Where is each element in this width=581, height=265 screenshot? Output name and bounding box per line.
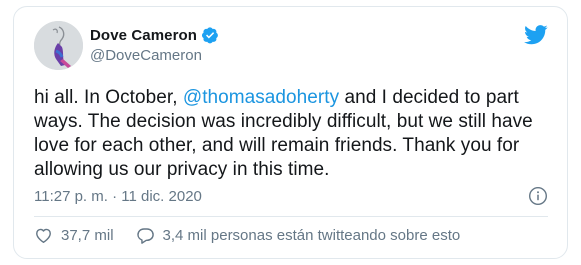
divider: [34, 216, 548, 217]
like-count: 37,7 mil: [61, 227, 114, 244]
conversation-count: 3,4 mil personas están twitteando sobre …: [162, 227, 461, 244]
author-name[interactable]: Dove Cameron: [90, 27, 197, 44]
tweet-timestamp[interactable]: 11:27 p. m. · 11 dic. 2020: [34, 188, 202, 205]
author-name-row[interactable]: Dove Cameron: [90, 26, 219, 44]
verified-badge-icon: [201, 26, 219, 44]
tweet-text: hi all. In October, @thomasadoherty and …: [34, 86, 554, 182]
info-icon[interactable]: [528, 186, 548, 206]
tweet-card[interactable]: Dove Cameron @DoveCameron hi all. In Oct…: [13, 6, 568, 259]
author-handle[interactable]: @DoveCameron: [90, 47, 202, 64]
like-button[interactable]: 37,7 mil: [34, 226, 114, 245]
avatar[interactable]: [34, 21, 83, 70]
twitter-bird-icon[interactable]: [524, 25, 548, 45]
conversation-button[interactable]: 3,4 mil personas están twitteando sobre …: [136, 226, 461, 245]
mention-link[interactable]: @thomasadoherty: [183, 87, 339, 108]
speech-bubble-icon: [136, 228, 154, 244]
heart-icon: [36, 228, 51, 243]
tweet-actions: 37,7 mil 3,4 mil personas están twittean…: [34, 226, 460, 245]
tweet-text-part: hi all. In October,: [34, 87, 183, 108]
